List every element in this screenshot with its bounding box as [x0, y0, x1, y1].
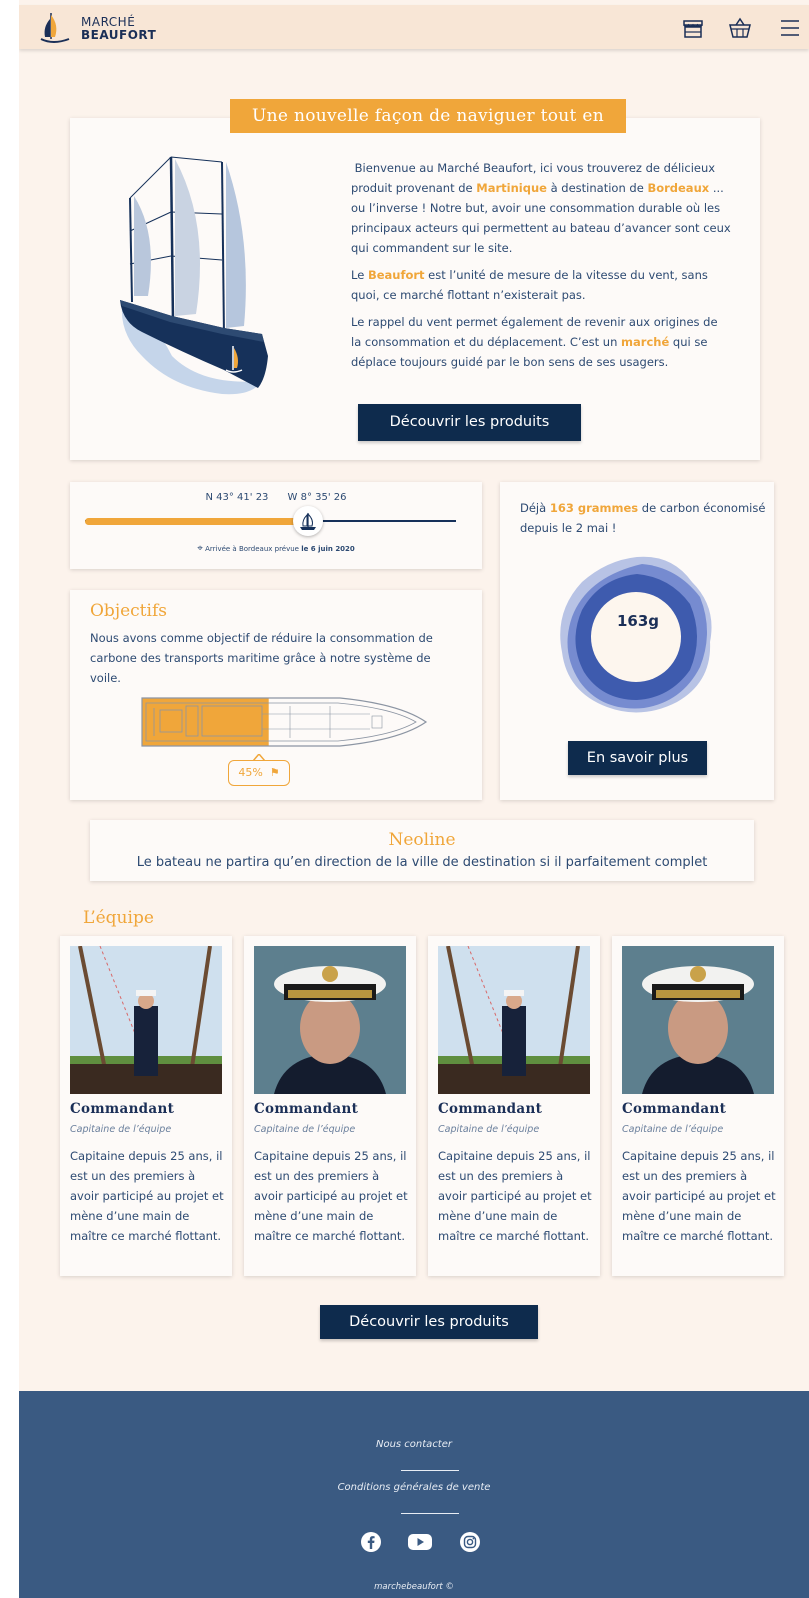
team-member-name: Commandant [70, 1101, 175, 1117]
team-member-description: Capitaine depuis 25 ans, il est un des p… [438, 1149, 592, 1243]
team-member-card: Commandant Capitaine de l’équipe Capitai… [244, 936, 416, 1276]
highlight-beaufort: Beaufort [367, 268, 425, 282]
team-member-card: Commandant Capitaine de l’équipe Capitai… [60, 936, 232, 1276]
carbon-text-a: Déjà [520, 501, 550, 515]
logo-text-marche: MARCHÉ [81, 15, 136, 29]
highlight-marche: marché [621, 335, 670, 349]
objective-percent-badge: 45% ⚑ [228, 760, 290, 786]
map-pin-icon: ⌖ [197, 543, 203, 554]
site-footer: Nous contacter Conditions générales de v… [19, 1391, 809, 1598]
carbon-text: Déjà 163 grammes de carbon économisé dep… [520, 498, 780, 538]
team-member-role: Capitaine de l’équipe [254, 1124, 356, 1135]
team-member-card: Commandant Capitaine de l’équipe Capitai… [612, 936, 784, 1276]
terms-link[interactable]: Conditions générales de vente [19, 1482, 809, 1493]
intro-text: Bienvenue au Marché Beaufort, ici vous t… [351, 158, 731, 379]
learn-more-button[interactable]: En savoir plus [568, 741, 707, 775]
instagram-icon[interactable] [459, 1531, 481, 1553]
objective-percent: 45% [238, 766, 263, 779]
voyage-progress-thumb[interactable] [292, 506, 323, 536]
team-member-description: Capitaine depuis 25 ans, il est un des p… [254, 1149, 408, 1243]
team-member-description: Capitaine depuis 25 ans, il est un des p… [622, 1149, 776, 1243]
neoline-text: Le bateau ne partira qu’en direction de … [136, 855, 708, 870]
youtube-icon[interactable] [407, 1531, 433, 1553]
objectives-card: Objectifs Nous avons comme objectif de r… [70, 590, 482, 800]
contact-link[interactable]: Nous contacter [19, 1439, 809, 1450]
team-member-name: Commandant [622, 1101, 727, 1117]
team-title: L’équipe [83, 908, 154, 928]
copyright: marchebeaufort © [374, 1582, 454, 1592]
menu-icon[interactable] [779, 15, 799, 41]
team-member-name: Commandant [438, 1101, 543, 1117]
objectives-text: Nous avons comme objectif de réduire la … [90, 631, 433, 685]
team-member-photo-ship [438, 946, 590, 1094]
team-member-card: Commandant Capitaine de l’équipe Capitai… [428, 936, 600, 1276]
page: MARCHÉ BEAUFORT Une nouvelle façon de na… [19, 0, 809, 1598]
highlight-martinique: Martinique [476, 181, 547, 195]
arrival-date: le 6 juin 2020 [301, 545, 355, 553]
team-member-photo-portrait [622, 946, 774, 1094]
intro-p1-text-b: à destination de [546, 181, 648, 195]
discover-products-button[interactable]: Découvrir les produits [358, 404, 581, 441]
latitude: N 43° 41' 23 [205, 492, 269, 503]
coordinates: N 43° 41' 23 W 8° 35' 26 [70, 492, 482, 503]
carbon-card: Déjà 163 grammes de carbon économisé dep… [500, 482, 774, 800]
footer-divider [401, 1470, 459, 1471]
neoline-banner: Neoline Le bateau ne partira qu’en direc… [90, 820, 754, 881]
footer-divider [401, 1513, 459, 1514]
objective-fill [142, 698, 269, 746]
team-member-photo-portrait [254, 946, 406, 1094]
site-logo[interactable]: MARCHÉ BEAUFORT [29, 9, 169, 45]
sailboat-logo-icon [40, 13, 70, 43]
objectives-title: Objectifs [90, 601, 167, 621]
arrival-text: Arrivée à Bordeaux prévue [205, 545, 302, 553]
voyage-progress-fill [85, 518, 308, 525]
voyage-progress-card: N 43° 41' 23 W 8° 35' 26 ⌖ Arrivée à Bor… [70, 482, 482, 569]
discover-products-button-bottom[interactable]: Découvrir les produits [320, 1305, 538, 1339]
flag-icon: ⚑ [269, 766, 280, 779]
team-member-name: Commandant [254, 1101, 359, 1117]
carbon-value: 163g [616, 612, 660, 630]
carbon-blob-graphic [560, 556, 712, 713]
ship-deck-plan-illustration [141, 697, 428, 747]
highlight-bordeaux: Bordeaux [647, 181, 710, 195]
team-member-description: Capitaine depuis 25 ans, il est un des p… [70, 1149, 224, 1243]
intro-paragraph-1: Bienvenue au Marché Beaufort, ici vous t… [351, 158, 731, 258]
neoline-title: Neoline [388, 830, 456, 850]
sailboat-icon [299, 512, 316, 530]
team-member-role: Capitaine de l’équipe [438, 1124, 540, 1135]
longitude: W 8° 35' 26 [287, 492, 347, 503]
site-header: MARCHÉ BEAUFORT [19, 5, 809, 49]
shop-icon[interactable] [680, 15, 706, 41]
intro-title: Une nouvelle façon de naviguer tout en [230, 99, 626, 133]
team-member-role: Capitaine de l’équipe [70, 1124, 172, 1135]
arrival-info: ⌖ Arrivée à Bordeaux prévue le 6 juin 20… [70, 543, 482, 554]
basket-icon[interactable] [727, 15, 753, 41]
team-member-role: Capitaine de l’équipe [622, 1124, 724, 1135]
intro-paragraph-2: Le Beaufort est l’unité de mesure de la … [351, 265, 731, 305]
sailing-ship-illustration [120, 156, 268, 395]
facebook-icon[interactable] [360, 1531, 382, 1553]
logo-text-beaufort: BEAUFORT [81, 28, 157, 42]
intro-paragraph-3: Le rappel du vent permet également de re… [351, 312, 731, 372]
highlight-grams: 163 grammes [549, 501, 639, 515]
intro-p2-text-a: Le [351, 268, 368, 282]
team-member-photo-ship [70, 946, 222, 1094]
